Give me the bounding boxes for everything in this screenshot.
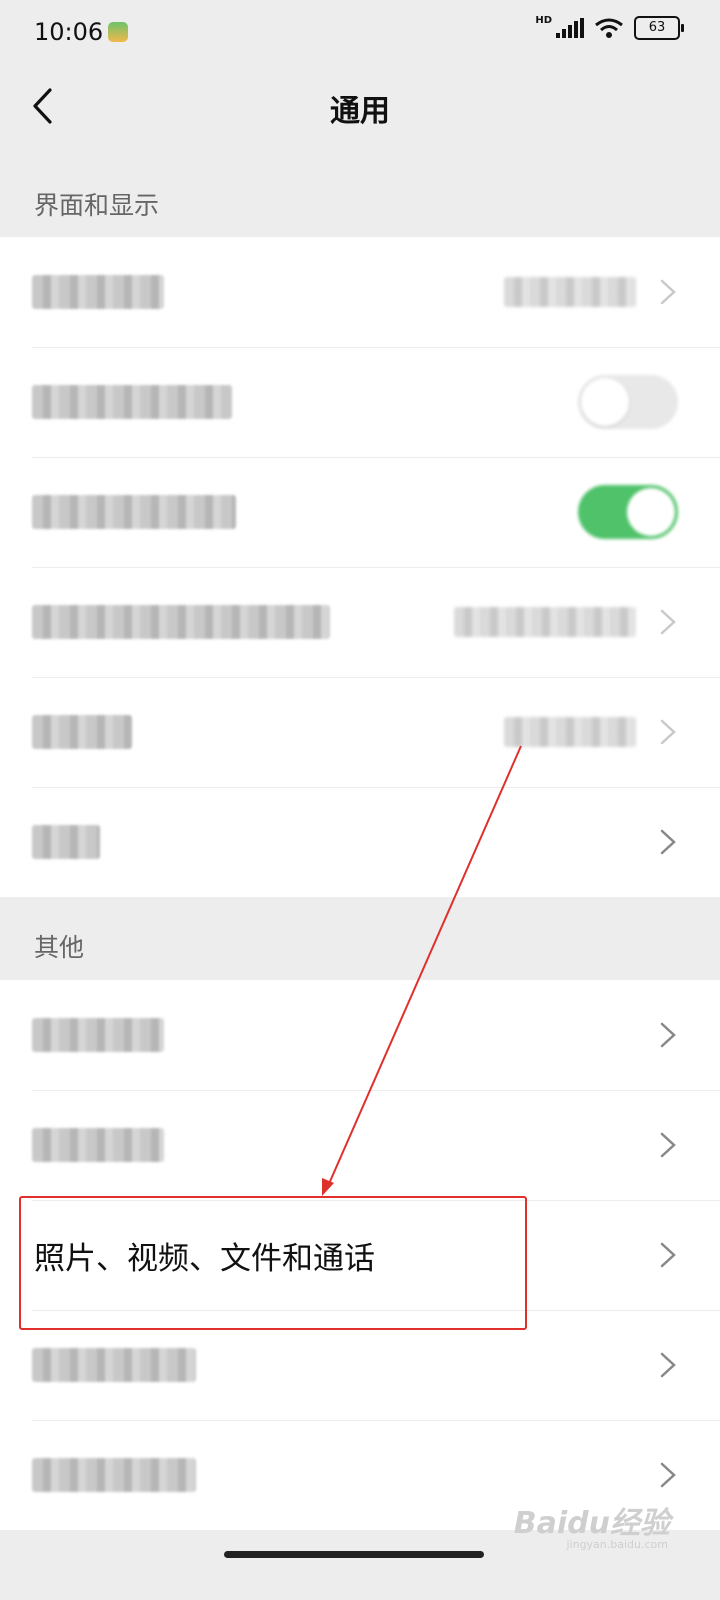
settings-row-auto-download[interactable] (0, 567, 720, 677)
toggle-switch-on[interactable] (578, 485, 678, 539)
chevron-right-icon (660, 719, 676, 745)
blurred-label (32, 495, 236, 529)
blurred-value (504, 277, 636, 307)
settings-group-display (0, 237, 720, 897)
chevron-right-icon (660, 1462, 676, 1488)
page-title: 通用 (330, 94, 390, 129)
settings-row-storage[interactable] (0, 980, 720, 1090)
blurred-label (32, 1348, 196, 1382)
network-label: HD (535, 14, 552, 26)
settings-group-other: 照片、视频、文件和通话 (0, 980, 720, 1530)
blurred-label (32, 1458, 196, 1492)
chevron-right-icon (660, 829, 676, 855)
blurred-label (32, 825, 100, 859)
blurred-value (454, 607, 636, 637)
home-indicator[interactable] (224, 1551, 484, 1558)
baidu-watermark-logo: Baidu经验 (513, 1506, 670, 1541)
blurred-label (32, 1018, 164, 1052)
wifi-icon (595, 18, 623, 38)
blurred-label (32, 275, 164, 309)
battery-icon: 63 (634, 16, 684, 40)
row-label: 照片、视频、文件和通话 (34, 1240, 375, 1277)
chevron-right-icon (660, 1242, 676, 1268)
blurred-label (32, 385, 232, 419)
chevron-right-icon (660, 1022, 676, 1048)
section-label-other: 其他 (34, 933, 85, 962)
settings-row-blurred-4[interactable] (0, 1310, 720, 1420)
chevron-right-icon (660, 609, 676, 635)
app-notification-icon (108, 22, 128, 42)
blurred-label (32, 605, 330, 639)
nav-bar: 通用 (0, 66, 720, 150)
signal-icon (556, 18, 584, 38)
settings-row-listen-mode[interactable] (0, 677, 720, 787)
chevron-right-icon (660, 1132, 676, 1158)
settings-row-dark-mode[interactable] (0, 237, 720, 347)
chevron-right-icon (660, 279, 676, 305)
section-label-display: 界面和显示 (34, 191, 160, 220)
toggle-switch-off[interactable] (578, 375, 678, 429)
status-icons: HD 63 (535, 14, 684, 40)
settings-row-translate[interactable] (0, 787, 720, 897)
settings-row-blurred-toggle-off[interactable] (0, 347, 720, 457)
status-time: 10:06 (34, 18, 104, 46)
chevron-right-icon (660, 1352, 676, 1378)
blurred-label (32, 1128, 164, 1162)
settings-row-font-size[interactable] (0, 1090, 720, 1200)
toggle-knob (627, 488, 675, 536)
blurred-value (504, 717, 636, 747)
blurred-label (32, 715, 132, 749)
settings-row-photos-videos-files-calls[interactable]: 照片、视频、文件和通话 (0, 1200, 720, 1310)
status-bar: 10:06 HD 63 (0, 0, 720, 66)
baidu-watermark-url: jingyan.baidu.com (566, 1538, 668, 1551)
toggle-knob (581, 378, 629, 426)
settings-row-nfc[interactable] (0, 457, 720, 567)
